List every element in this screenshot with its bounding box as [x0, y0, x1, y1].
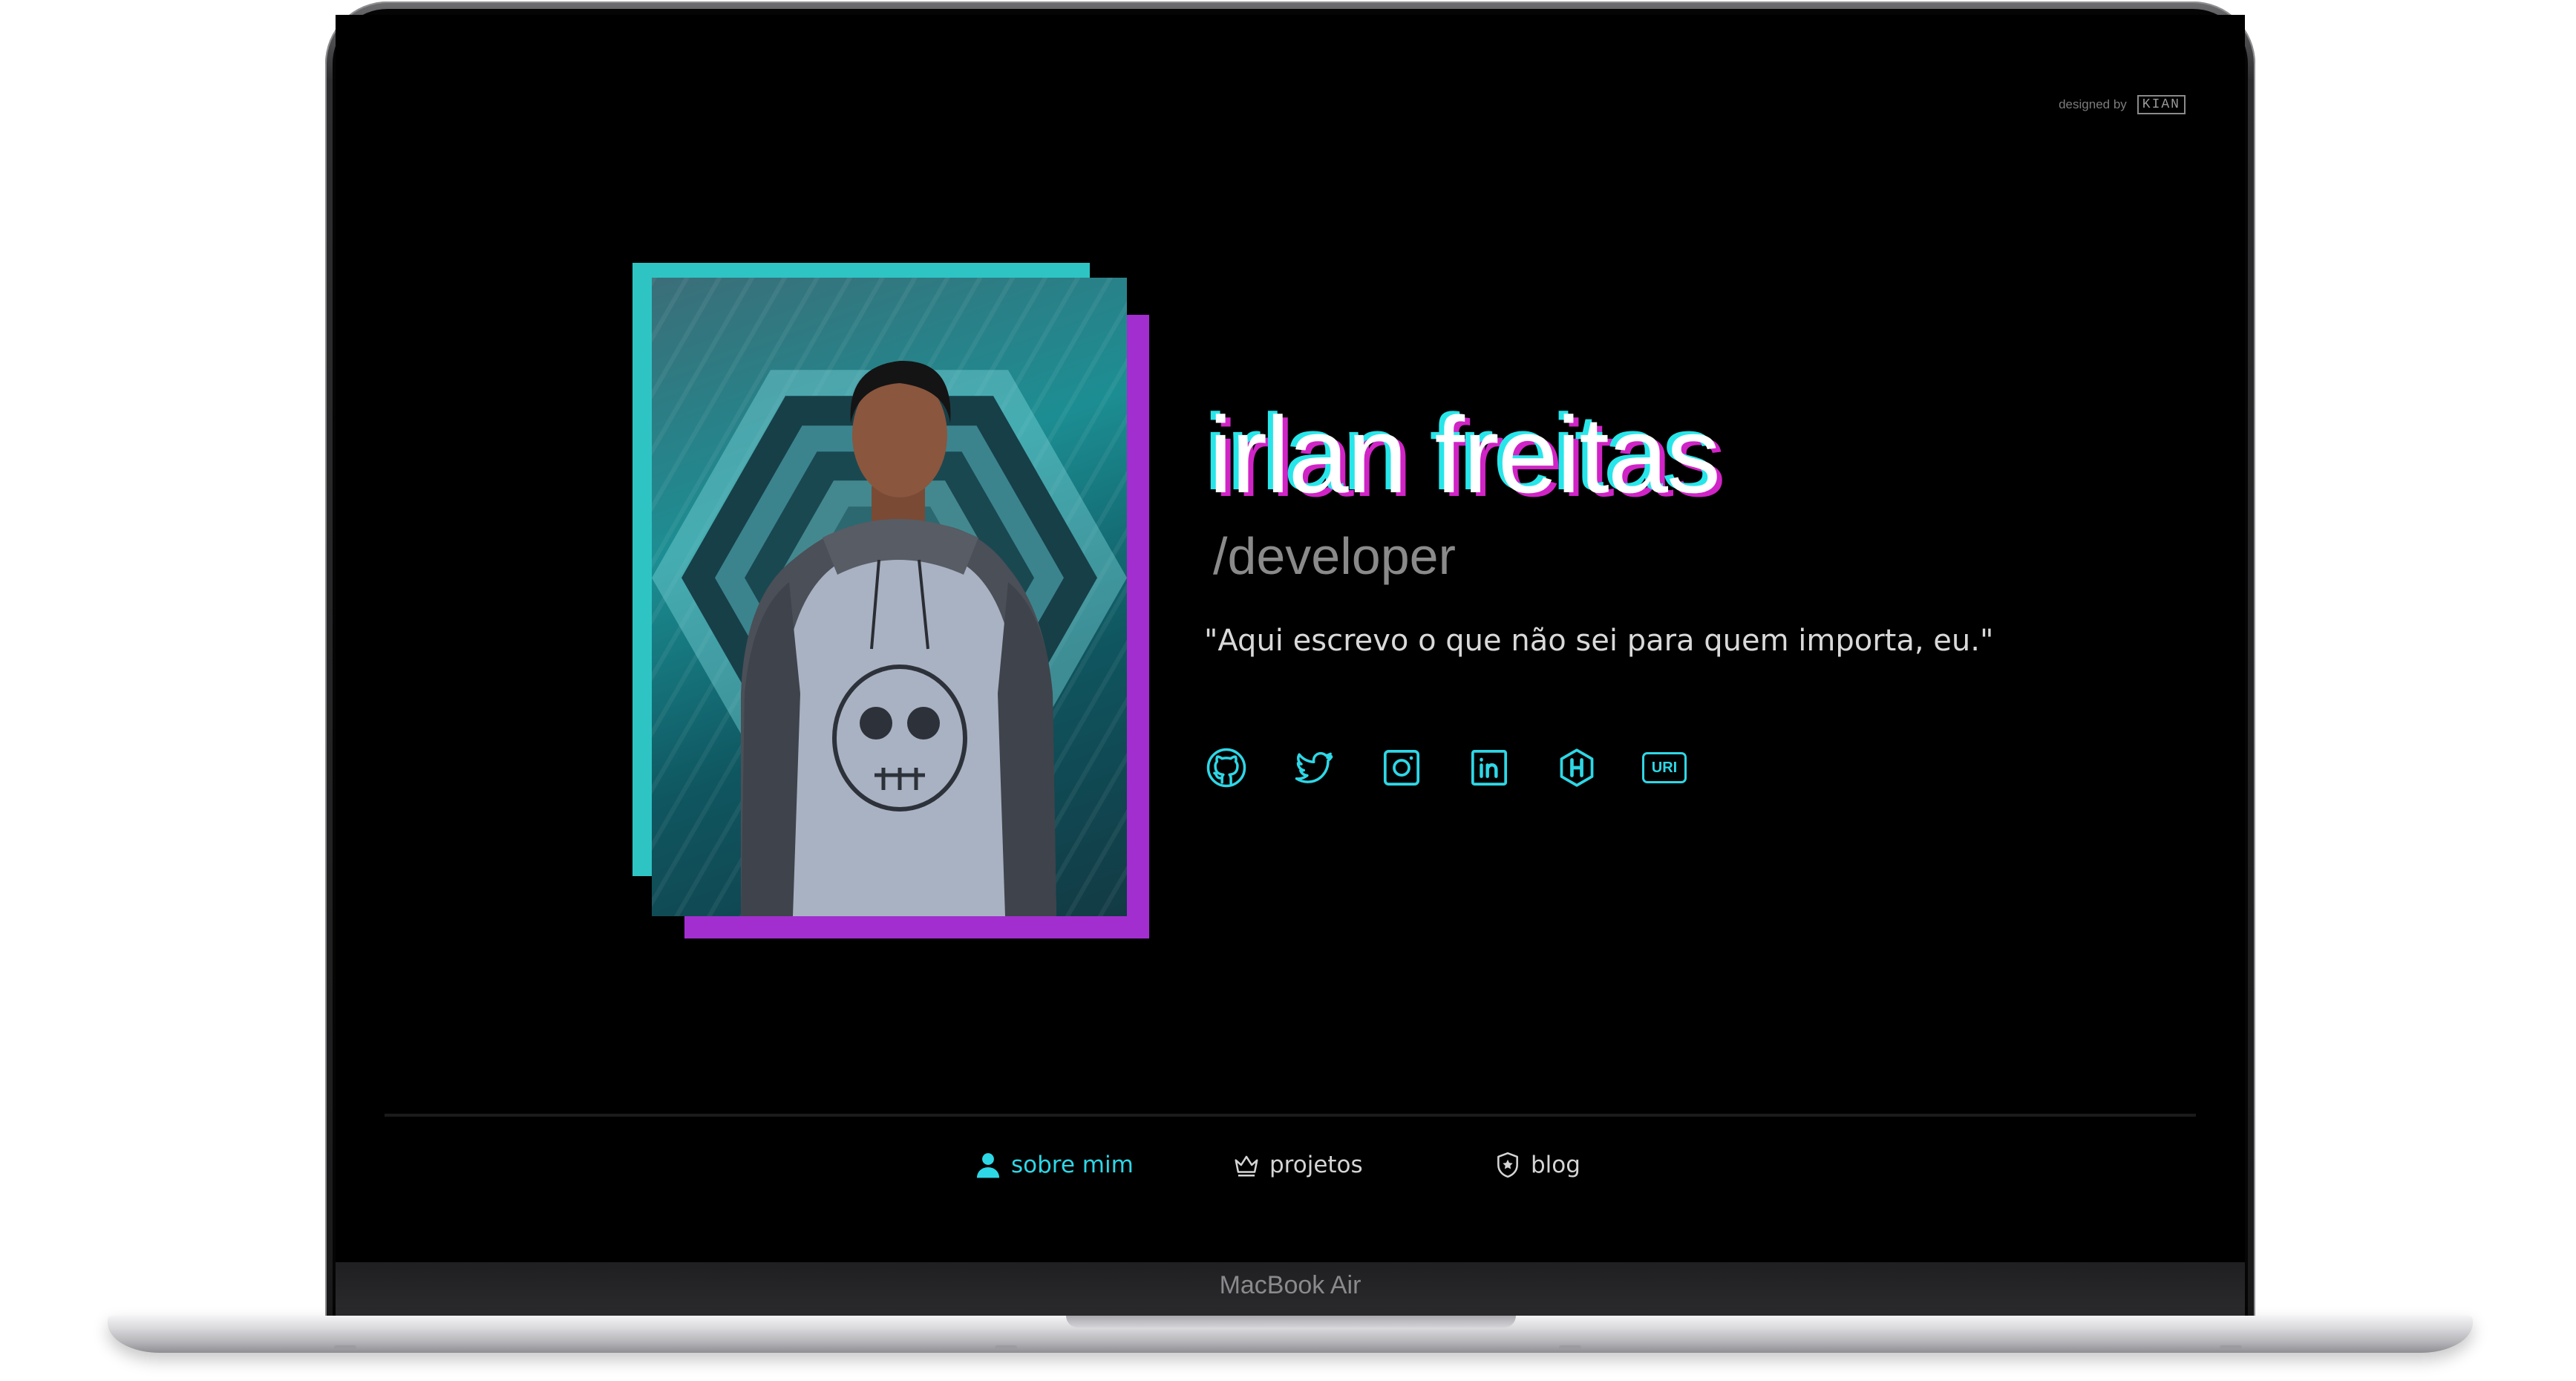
- screen-chin: MacBook Air: [336, 1262, 2245, 1316]
- laptop-foot: [995, 1345, 1017, 1350]
- nav-label-sobre-mim: sobre mim: [1011, 1152, 1134, 1178]
- crown-icon: [1235, 1155, 1258, 1177]
- laptop-foot: [1559, 1345, 1581, 1350]
- bottom-nav: sobre mim projetos blog: [336, 1151, 2245, 1195]
- nav-item-blog[interactable]: blog: [1494, 1151, 1580, 1179]
- nav-label-projetos: projetos: [1269, 1152, 1363, 1178]
- twitter-icon[interactable]: [1292, 745, 1336, 790]
- laptop-hinge-notch: [1066, 1316, 1516, 1328]
- nav-item-projetos[interactable]: projetos: [1232, 1151, 1363, 1179]
- nav-item-sobre-mim[interactable]: sobre mim: [974, 1151, 1134, 1179]
- person-illustration: [741, 360, 1056, 916]
- uri-icon[interactable]: URI: [1642, 745, 1687, 790]
- profile-quote: "Aqui escrevo o que não sei para quem im…: [1204, 624, 1994, 658]
- profile-photo: [652, 278, 1127, 916]
- website-screen: designed by KIAN irlan freitas /develope…: [336, 15, 2245, 1262]
- designer-credit[interactable]: designed by KIAN: [2059, 95, 2186, 114]
- device-label: MacBook Air: [1219, 1271, 1361, 1299]
- laptop-foot: [334, 1345, 356, 1350]
- nav-label-blog: blog: [1531, 1152, 1580, 1178]
- linkedin-icon[interactable]: [1467, 745, 1511, 790]
- profile-name: irlan freitas: [1209, 394, 1721, 515]
- profile-photo-frame: [632, 263, 1152, 961]
- designer-logo: KIAN: [2137, 95, 2186, 114]
- instagram-icon[interactable]: [1379, 745, 1424, 790]
- user-icon: [976, 1153, 1000, 1178]
- uri-label: URI: [1642, 752, 1687, 783]
- laptop-foot: [2220, 1345, 2242, 1350]
- profile-role: /developer: [1213, 527, 1456, 585]
- shield-star-icon: [1497, 1152, 1518, 1178]
- hackerrank-icon[interactable]: [1555, 745, 1599, 790]
- credit-text: designed by: [2059, 97, 2127, 111]
- footer-divider: [385, 1114, 2196, 1117]
- github-icon[interactable]: [1204, 745, 1249, 790]
- social-links: URI: [1204, 745, 1730, 790]
